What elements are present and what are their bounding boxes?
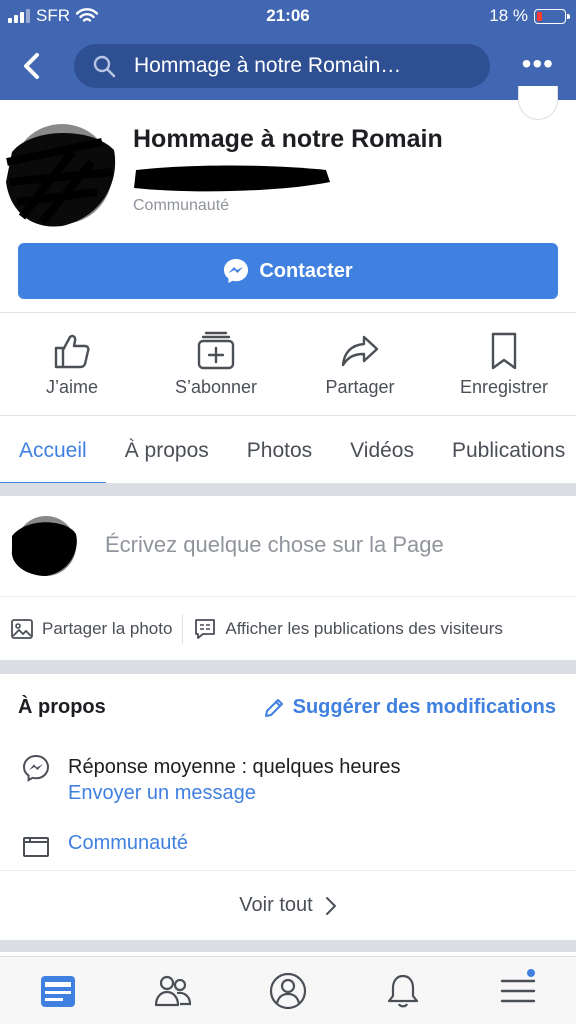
notification-dot xyxy=(524,967,537,979)
community-category-link[interactable]: Communauté xyxy=(68,832,188,855)
response-time: Réponse moyenne : quelques heures xyxy=(68,756,401,778)
page-category: Communauté xyxy=(133,197,230,214)
redacted-text xyxy=(134,165,330,192)
suggest-edits-label: Suggérer des modifications xyxy=(292,696,556,718)
share-button[interactable]: Partager xyxy=(288,313,432,415)
share-photo-label: Partager la photo xyxy=(42,618,173,638)
tab-news-feed[interactable] xyxy=(0,957,115,1024)
tab-home[interactable]: Accueil xyxy=(0,416,106,483)
save-label: Enregistrer xyxy=(459,377,549,397)
tab-profile[interactable] xyxy=(230,957,345,1024)
battery-level xyxy=(537,11,542,21)
composer-actions: Partager la photo Afficher les publicati… xyxy=(0,596,576,660)
thumbs-up-icon xyxy=(54,334,90,369)
suggest-edits-link[interactable]: Suggérer des modifications xyxy=(263,696,556,719)
follow-label: S’abonner xyxy=(174,377,258,397)
more-options-button[interactable]: ••• xyxy=(522,50,554,78)
section-divider xyxy=(0,484,576,496)
page-avatar-small xyxy=(11,516,77,576)
friends-icon xyxy=(154,975,191,1006)
top-bar: SFR 21:06 18 % Hommage à notre Romain… •… xyxy=(0,0,576,100)
tab-posts[interactable]: Publications xyxy=(433,416,576,483)
notifications-icon xyxy=(388,974,419,1007)
messenger-outline-icon xyxy=(22,754,50,782)
save-button[interactable]: Enregistrer xyxy=(432,313,576,415)
chevron-left-icon xyxy=(24,53,39,79)
tab-menu[interactable] xyxy=(461,957,576,1024)
post-composer[interactable]: Écrivez quelque chose sur la Page xyxy=(0,496,576,596)
info-button[interactable] xyxy=(518,86,558,120)
contact-button[interactable]: Contacter xyxy=(18,243,558,299)
tab-notifications[interactable] xyxy=(346,957,461,1024)
navigation-bar: Hommage à notre Romain… ••• xyxy=(0,40,576,92)
section-divider xyxy=(0,660,576,674)
bookmark-icon xyxy=(491,332,517,370)
like-label: J’aime xyxy=(45,377,98,397)
battery-icon xyxy=(534,8,570,24)
community-icon xyxy=(23,837,49,857)
visitor-posts-label: Afficher les publications des visiteurs xyxy=(225,618,503,638)
composer-placeholder: Écrivez quelque chose sur la Page xyxy=(105,532,444,557)
tab-photos[interactable]: Photos xyxy=(228,416,331,483)
pencil-icon xyxy=(264,698,283,717)
bottom-tab-bar xyxy=(0,956,576,1024)
follow-button[interactable]: S’abonner xyxy=(144,313,288,415)
profile-icon xyxy=(269,972,307,1009)
page-tabs: Accueil À propos Photos Vidéos Publicati… xyxy=(0,416,576,484)
status-bar: SFR 21:06 18 % xyxy=(0,0,576,34)
chevron-right-icon xyxy=(325,896,336,915)
send-message-link[interactable]: Envoyer un message xyxy=(68,782,256,805)
search-icon xyxy=(93,55,116,78)
search-query: Hommage à notre Romain… xyxy=(134,54,402,77)
see-all-label: Voir tout xyxy=(239,894,313,916)
visitor-posts-icon xyxy=(195,618,216,639)
share-icon xyxy=(341,335,379,367)
like-button[interactable]: J’aime xyxy=(0,313,144,415)
tab-videos[interactable]: Vidéos xyxy=(331,416,433,483)
news-feed-icon xyxy=(40,975,75,1007)
back-button[interactable] xyxy=(22,48,52,84)
see-all-button[interactable]: Voir tout xyxy=(0,870,576,940)
page-header: Hommage à notre Romain Communauté Contac… xyxy=(0,86,576,312)
visitor-posts-button[interactable]: Afficher les publications des visiteurs xyxy=(193,617,503,641)
page-avatar[interactable] xyxy=(2,122,120,232)
messenger-icon xyxy=(224,259,249,283)
divider xyxy=(182,613,184,644)
share-label: Partager xyxy=(325,377,395,397)
share-photo-button[interactable]: Partager la photo xyxy=(10,617,172,641)
about-title: À propos xyxy=(18,696,106,718)
section-divider xyxy=(0,940,576,952)
search-bar[interactable]: Hommage à notre Romain… xyxy=(74,44,490,88)
photo-icon xyxy=(11,618,33,639)
page-title: Hommage à notre Romain xyxy=(133,125,443,153)
tab-friends[interactable] xyxy=(115,957,230,1024)
contact-label: Contacter xyxy=(259,259,353,282)
battery-percent: 18 % xyxy=(489,6,528,25)
tab-about[interactable]: À propos xyxy=(106,416,228,483)
page-actions: J’aime S’abonner Partager Enregistrer xyxy=(0,312,576,416)
follow-icon xyxy=(197,331,235,370)
